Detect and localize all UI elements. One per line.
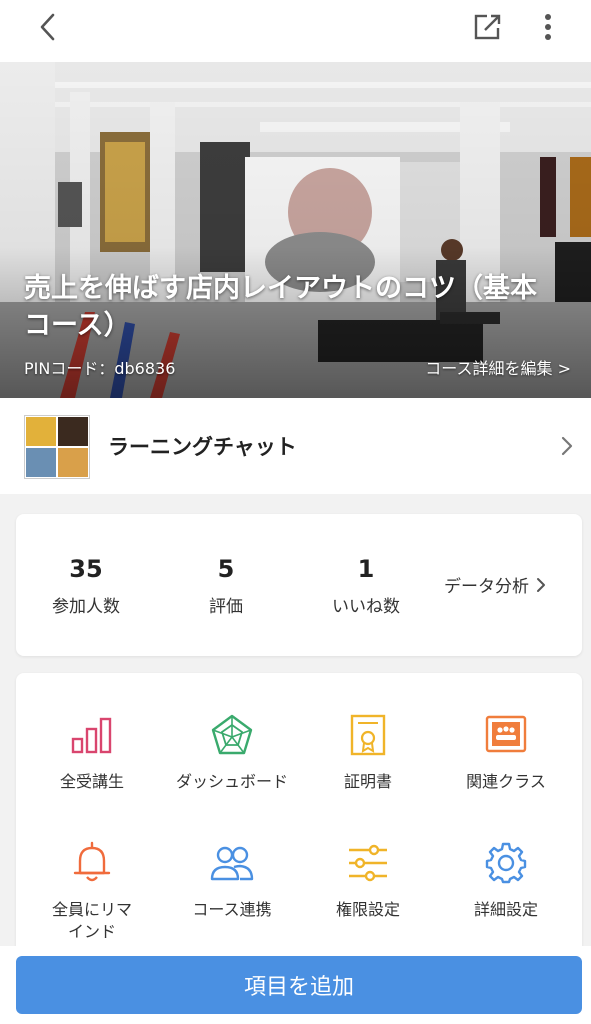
menu-remind-all-label: 全員にリマインド	[51, 900, 132, 941]
edit-course-details-link[interactable]: コース詳細を編集 >	[425, 355, 571, 379]
course-title: 売上を伸ばす店内レイアウトのコツ（基本コース）	[24, 273, 537, 341]
class-group-icon	[485, 715, 527, 753]
likes-label: いいね数	[332, 597, 400, 617]
more-vertical-icon[interactable]	[534, 11, 562, 43]
menu-certificate[interactable]: 証明書	[298, 713, 438, 793]
course-cover: 売上を伸ばす店内レイアウトのコツ（基本コース） PINコード：db6836 コー…	[0, 62, 591, 398]
menu-dashboard-label: ダッシュボード	[175, 772, 288, 791]
sliders-icon	[349, 844, 387, 882]
chat-group-avatar	[24, 415, 90, 479]
menu-detail-settings-label: 詳細設定	[473, 900, 538, 919]
menu-dashboard[interactable]: ダッシュボード	[162, 713, 302, 793]
gear-icon	[485, 842, 527, 884]
likes-count: 1	[357, 555, 375, 583]
cover-image	[0, 62, 591, 398]
stats-card: 35 参加人数 5 評価 1 いいね数 データ分析	[16, 514, 582, 656]
users-icon	[210, 846, 254, 881]
ratings-label: 評価	[209, 597, 243, 617]
menu-all-students-label: 全受講生	[59, 772, 124, 791]
menu-remind-all[interactable]: 全員にリマインド	[22, 841, 162, 943]
radar-chart-icon	[211, 714, 253, 755]
chevron-left-icon[interactable]	[34, 12, 64, 42]
data-analysis-label: データ分析	[444, 577, 529, 597]
menu-all-students[interactable]: 全受講生	[22, 713, 162, 793]
chevron-right-icon	[537, 577, 545, 592]
bell-icon	[73, 841, 111, 882]
menu-permission-settings-label: 権限設定	[335, 900, 400, 919]
menu-card: 全受講生 ダッシュボード 証明書 関連クラス 全員にリマインド コース連携 権限…	[16, 673, 582, 963]
menu-related-classes-label: 関連クラス	[466, 772, 546, 791]
participants-count: 35	[69, 555, 103, 583]
participants-label: 参加人数	[52, 597, 120, 617]
data-analysis-link[interactable]: データ分析	[444, 572, 547, 597]
chevron-right-icon	[561, 436, 573, 456]
learning-chat-row[interactable]: ラーニングチャット	[0, 398, 591, 494]
bar-chart-icon	[71, 717, 112, 754]
menu-related-classes[interactable]: 関連クラス	[436, 713, 576, 793]
learning-chat-label: ラーニングチャット	[108, 435, 297, 459]
menu-course-link-label: コース連携	[192, 900, 272, 919]
pin-code: PINコード：db6836	[24, 359, 176, 378]
external-link-icon[interactable]	[472, 11, 504, 43]
top-nav-bar	[0, 0, 591, 62]
menu-permission-settings[interactable]: 権限設定	[298, 841, 438, 921]
menu-course-link[interactable]: コース連携	[162, 841, 302, 921]
menu-detail-settings[interactable]: 詳細設定	[436, 841, 576, 921]
certificate-icon	[350, 714, 386, 756]
add-item-button[interactable]: 項目を追加	[16, 956, 582, 1014]
likes-stat[interactable]: 1 いいね数	[296, 554, 436, 617]
participants-stat[interactable]: 35 参加人数	[16, 554, 156, 617]
menu-certificate-label: 証明書	[343, 772, 392, 791]
ratings-stat[interactable]: 5 評価	[156, 554, 296, 617]
bottom-action-bar: 項目を追加	[0, 946, 591, 1024]
ratings-count: 5	[217, 555, 235, 583]
